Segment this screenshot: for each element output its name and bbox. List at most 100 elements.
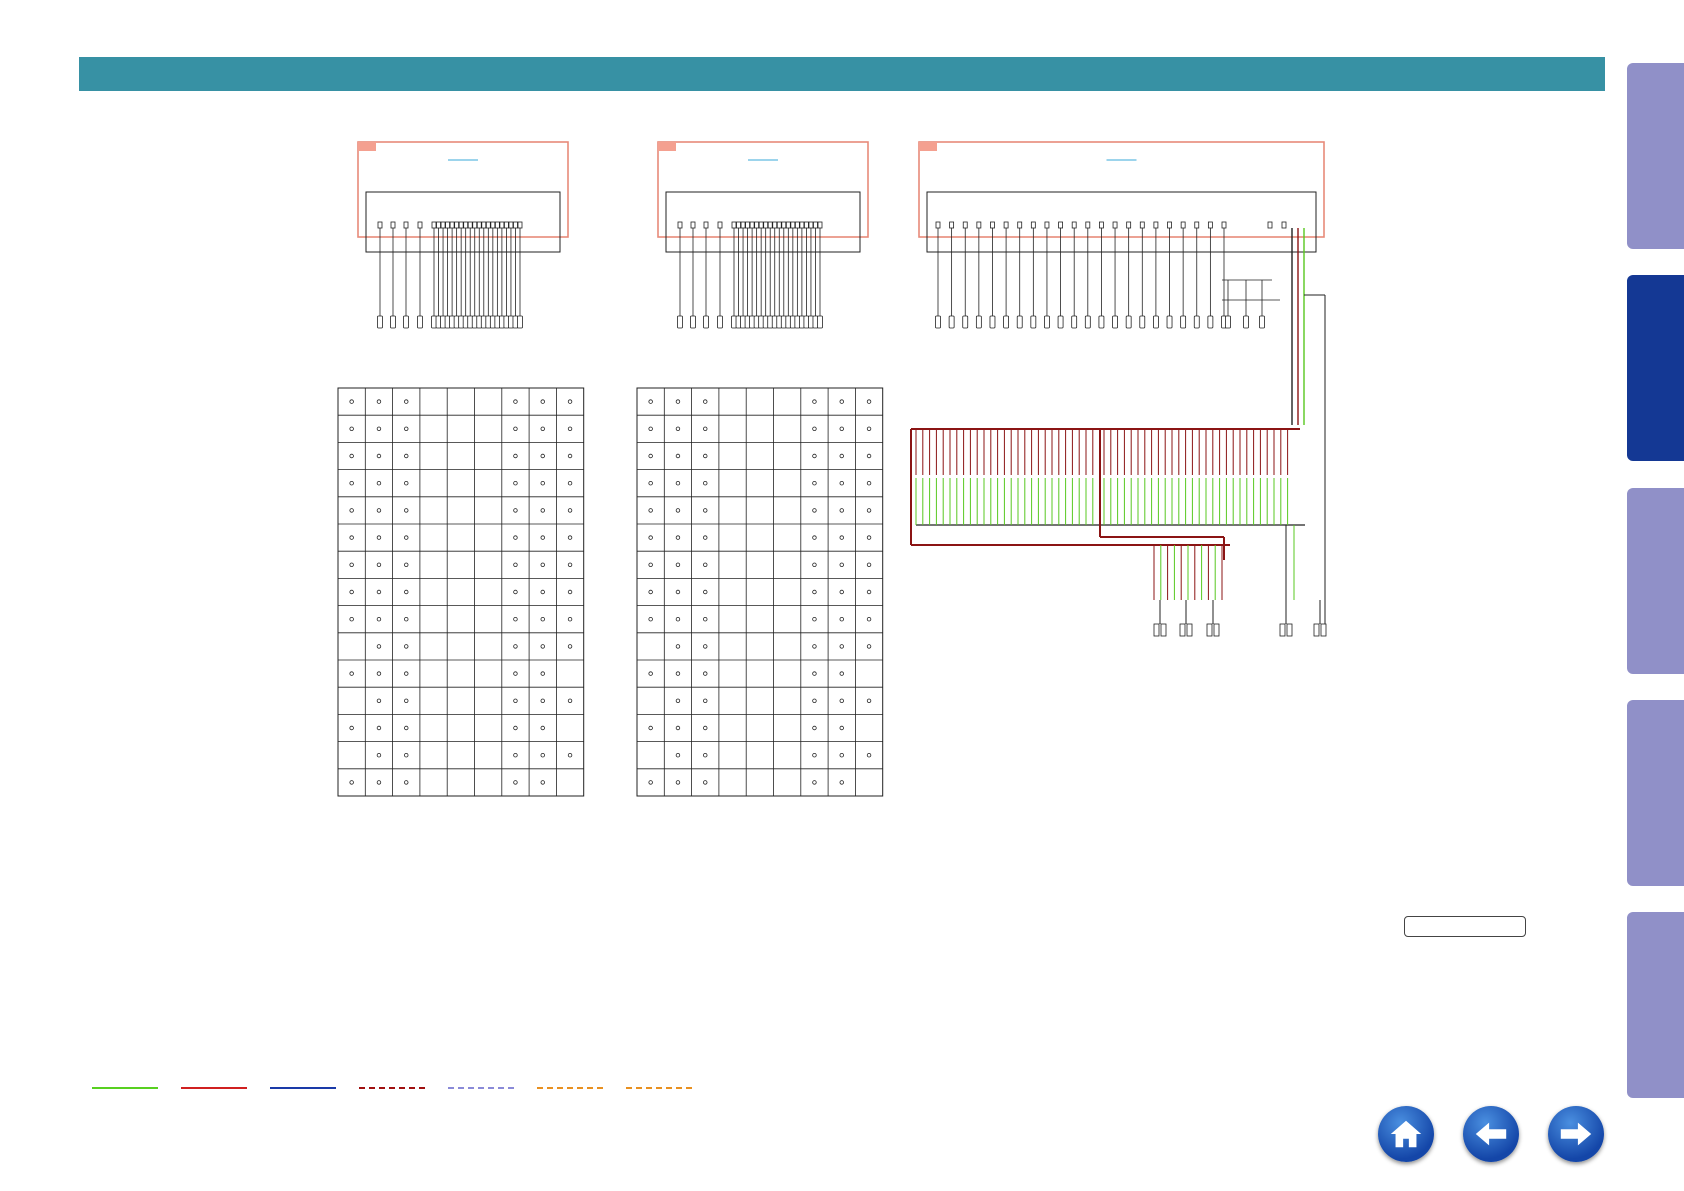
ic-pin: [513, 221, 518, 229]
ic-pin: [390, 221, 396, 229]
pin-dot: [703, 725, 708, 731]
pin-dot: [703, 617, 708, 622]
pin-dot: [812, 725, 817, 731]
pin-table-2: [636, 387, 884, 797]
ic-pin: [1153, 221, 1159, 229]
pin-dot: [404, 644, 409, 649]
pin-dot: [675, 399, 681, 404]
pin-dot: [839, 535, 844, 540]
legend-line-7: [626, 1087, 692, 1089]
pin-dot: [404, 698, 409, 703]
ic-pin: [962, 221, 968, 229]
ic-pin: [377, 221, 383, 229]
pin-dot: [513, 780, 518, 785]
pin-dot: [866, 453, 872, 459]
ic-pin: [1167, 221, 1172, 229]
schematic-diagram: [337, 141, 1327, 797]
pin-dot: [376, 725, 382, 731]
pin-dot: [567, 535, 573, 540]
pin-dot: [866, 617, 872, 622]
pin-dot: [675, 453, 681, 459]
back-button[interactable]: [1463, 1106, 1519, 1162]
ic-pin: [736, 221, 741, 229]
ic-pin: [763, 221, 769, 229]
ic-pin: [817, 221, 823, 229]
ic-pin: [731, 221, 737, 229]
pin-dot: [703, 399, 708, 404]
ic-pin: [1139, 221, 1145, 229]
pin-dot: [675, 698, 681, 703]
pin-dot: [703, 644, 708, 649]
pin-dot: [839, 589, 844, 595]
pin-dot: [376, 753, 382, 758]
ic-pin: [776, 221, 782, 229]
pin-dot: [648, 562, 653, 567]
home-button[interactable]: [1378, 1106, 1434, 1162]
pin-dot: [567, 508, 573, 513]
pin-dot: [675, 508, 681, 513]
pin-dot: [376, 508, 382, 513]
pin-dot: [349, 589, 354, 595]
pin-dot: [812, 426, 817, 431]
ic-pin: [804, 221, 809, 229]
ic-pin: [767, 221, 773, 229]
pin-dot: [812, 535, 817, 540]
pin-dot: [376, 481, 382, 486]
pin-dot: [866, 508, 872, 513]
pin-dot: [376, 535, 382, 540]
ic-pin: [1221, 221, 1227, 229]
pin-dot: [404, 535, 409, 540]
ic-pin: [454, 221, 460, 229]
terminal: [1186, 623, 1193, 637]
pin-table-1: [337, 387, 585, 797]
pin-dot: [812, 589, 817, 595]
pin-dot: [866, 753, 872, 758]
ic-pin: [504, 221, 509, 229]
ic-pin: [458, 221, 464, 229]
pin-dot: [376, 426, 382, 431]
pin-dot: [376, 589, 382, 595]
pin-dot: [513, 535, 518, 540]
forward-button[interactable]: [1548, 1106, 1604, 1162]
terminal: [1160, 623, 1167, 637]
pin-dot: [513, 481, 518, 486]
terminal: [1044, 315, 1050, 329]
pin-dot: [567, 589, 573, 595]
pin-dot: [812, 453, 817, 459]
pin-dot: [540, 535, 545, 540]
pin-dot: [812, 481, 817, 486]
pin-dot: [513, 426, 518, 431]
pin-dot: [513, 617, 518, 622]
pin-dot: [349, 535, 354, 540]
pin-dot: [376, 399, 382, 404]
pin-dot: [866, 644, 872, 649]
terminal: [975, 315, 982, 329]
ic-pin: [1194, 221, 1200, 229]
terminal: [1243, 315, 1249, 329]
terminal: [1112, 315, 1118, 329]
ic-pin: [1058, 221, 1063, 229]
pin-dot: [703, 453, 708, 459]
terminal: [948, 315, 955, 329]
pin-dot: [349, 671, 354, 676]
pin-dot: [812, 753, 817, 758]
legend-line-5: [448, 1087, 514, 1089]
ic-pin: [472, 221, 478, 229]
pin-dot: [376, 562, 382, 567]
ic-pin: [417, 221, 423, 229]
ic-pin: [463, 221, 469, 229]
pin-dot: [376, 644, 382, 649]
pin-dot: [513, 725, 518, 731]
pin-dot: [349, 508, 354, 513]
pin-dot: [703, 780, 708, 785]
terminal: [377, 315, 383, 329]
terminal: [1207, 315, 1214, 329]
pin-dot: [675, 481, 681, 486]
pin-dot: [648, 671, 653, 676]
ic-pin: [749, 221, 755, 229]
ic-body: [926, 191, 1317, 253]
terminal: [1286, 623, 1293, 637]
pin-dot: [703, 535, 708, 540]
terminal: [1180, 315, 1187, 329]
terminal: [717, 315, 723, 329]
